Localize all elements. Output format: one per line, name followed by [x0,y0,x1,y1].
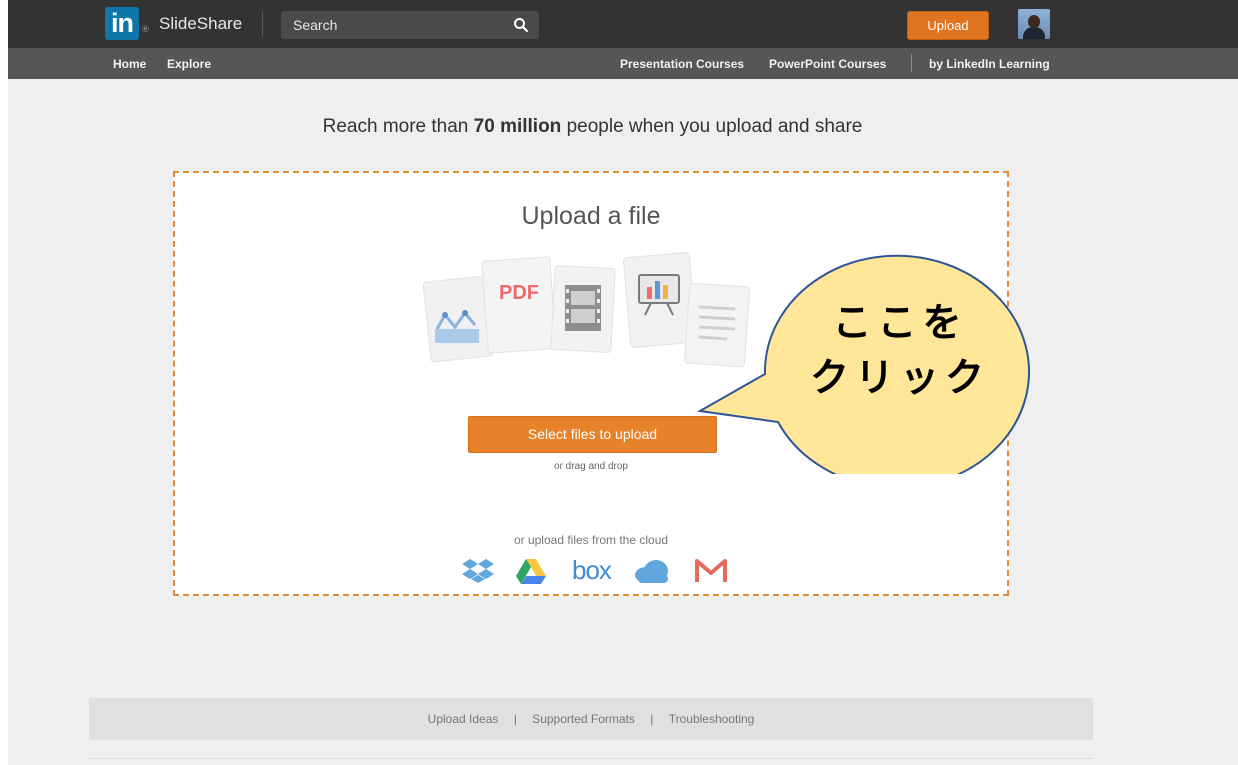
pdf-file-icon: PDF [481,256,557,354]
presentation-file-icon [622,252,698,348]
subnav-divider [911,54,912,72]
slideshare-logo-text[interactable]: SlideShare [159,14,242,34]
avatar[interactable] [1018,9,1050,39]
search-icon[interactable] [513,17,529,33]
tagline-post: people when you upload and share [561,116,863,137]
search-input[interactable]: Search [281,11,539,39]
footer-separator: | [650,712,654,726]
box-icon[interactable]: box [572,555,612,585]
search-placeholder: Search [293,17,338,33]
cloud-services: box [462,555,732,591]
cloud-upload-hint: or upload files from the cloud [513,533,669,547]
gmail-icon[interactable] [694,555,728,587]
sub-navigation: Home Explore Presentation Courses PowerP… [8,48,1238,79]
video-file-icon [550,265,616,353]
nav-explore[interactable]: Explore [167,57,211,71]
page-edge [0,0,8,765]
footer: Upload Ideas | Supported Formats | Troub… [89,698,1093,740]
svg-text:PDF: PDF [499,282,539,304]
tagline-highlight: 70 million [473,116,562,137]
tagline-pre: Reach more than [322,116,474,137]
avatar-body [1023,27,1045,39]
chart-file-icon [422,275,494,363]
page-tagline: Reach more than 70 million people when y… [0,116,1185,138]
select-files-button[interactable]: Select files to upload [468,416,717,453]
upload-button[interactable]: Upload [907,11,989,40]
nav-linkedin-learning[interactable]: by LinkedIn Learning [929,57,1050,71]
callout-line-2: クリック [809,356,990,401]
nav-powerpoint-courses[interactable]: PowerPoint Courses [769,57,886,71]
footer-troubleshooting[interactable]: Troubleshooting [669,712,755,726]
upload-title: Upload a file [521,202,661,230]
footer-links: Upload Ideas | Supported Formats | Troub… [89,712,1093,726]
avatar-head [1028,15,1040,28]
header-divider [262,12,263,36]
registered-mark: ® [141,25,150,35]
callout-line-1: ここを [832,301,968,346]
nav-home[interactable]: Home [113,57,146,71]
nav-presentation-courses[interactable]: Presentation Courses [620,57,744,71]
footer-separator: | [513,712,517,726]
annotation-callout-text: ここを クリック [794,296,1006,406]
bottom-divider [89,758,1093,759]
onedrive-icon[interactable] [632,555,670,587]
linkedin-logo-icon[interactable]: in [105,7,139,40]
footer-upload-ideas[interactable]: Upload Ideas [428,712,499,726]
dropbox-icon[interactable] [462,555,494,587]
google-drive-icon[interactable] [515,555,547,587]
footer-supported-formats[interactable]: Supported Formats [532,712,635,726]
